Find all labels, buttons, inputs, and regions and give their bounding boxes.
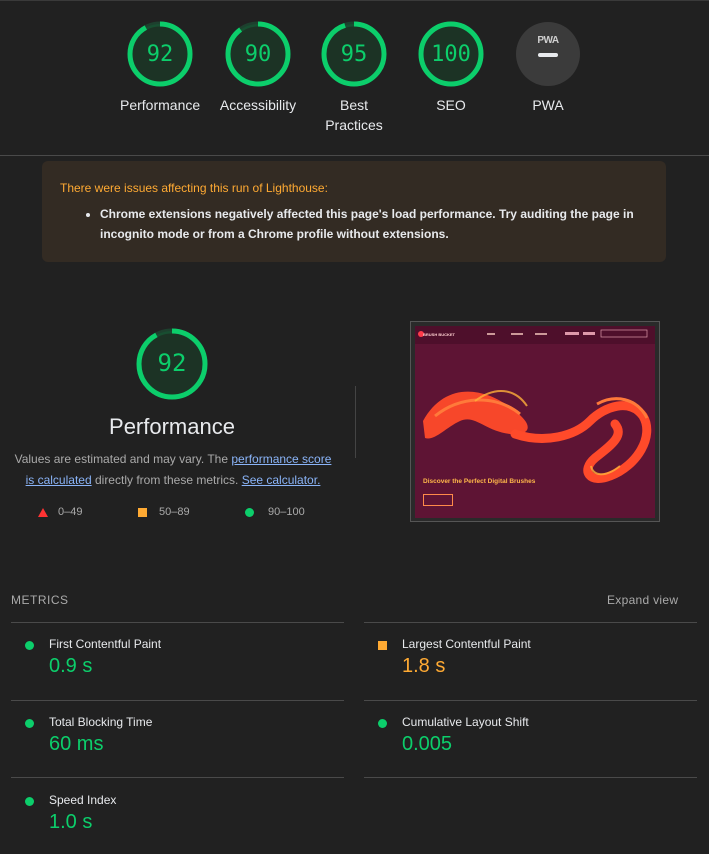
metrics-title: METRICS bbox=[11, 593, 69, 607]
vertical-divider bbox=[355, 386, 356, 458]
triangle-icon bbox=[38, 507, 48, 517]
performance-title: Performance bbox=[109, 414, 235, 439]
pass-circle-icon bbox=[25, 797, 34, 806]
metric-divider bbox=[11, 622, 344, 623]
metric-value: 0.005 bbox=[402, 733, 453, 755]
legend-fail: 0–49 bbox=[38, 506, 82, 518]
square-icon bbox=[138, 507, 147, 517]
screenshot-headline: Discover the Perfect Digital Brushes bbox=[423, 478, 536, 485]
score-gauge-seo[interactable]: 100 SEO bbox=[411, 20, 491, 115]
metric-divider bbox=[364, 777, 697, 778]
desc-text: directly from these metrics. bbox=[91, 473, 242, 487]
metric-value: 0.9 s bbox=[49, 655, 93, 677]
metric-name: Total Blocking Time bbox=[49, 715, 153, 729]
metric-divider bbox=[364, 700, 697, 701]
legend-label: 90–100 bbox=[268, 506, 305, 518]
warning-item: Chrome extensions negatively affected th… bbox=[100, 204, 648, 244]
metric-divider bbox=[11, 700, 344, 701]
metric-value: 1.8 s bbox=[402, 655, 446, 677]
score-gauge-best-practices[interactable]: 95 Best Practices bbox=[314, 20, 394, 135]
circle-icon bbox=[245, 507, 254, 517]
performance-description: Values are estimated and may vary. The p… bbox=[12, 449, 334, 491]
screenshot-artwork bbox=[423, 389, 652, 483]
screenshot-image: BRUSH BUCKET Discover the Perfect Digita… bbox=[415, 326, 655, 518]
metric-name: Largest Contentful Paint bbox=[402, 637, 531, 651]
legend-label: 0–49 bbox=[58, 506, 83, 518]
metric-name: First Contentful Paint bbox=[49, 637, 162, 651]
pwa-dash-icon bbox=[538, 53, 558, 57]
pass-circle-icon bbox=[25, 719, 34, 728]
see-calculator-link[interactable]: See calculator. bbox=[242, 473, 321, 487]
score-gauge-pwa[interactable]: PWA PWA bbox=[508, 22, 588, 115]
score-value: 100 bbox=[431, 42, 471, 67]
score-label: SEO bbox=[436, 97, 466, 113]
legend-average: 50–89 bbox=[138, 506, 190, 518]
metric-value: 1.0 s bbox=[49, 811, 93, 833]
legend-pass: 90–100 bbox=[245, 506, 305, 518]
pwa-badge: PWA bbox=[516, 22, 580, 86]
metric-name: Speed Index bbox=[49, 793, 117, 807]
pass-circle-icon bbox=[378, 719, 387, 728]
pwa-badge-text: PWA bbox=[537, 35, 559, 46]
pass-circle-icon bbox=[25, 641, 34, 650]
metric-value: 60 ms bbox=[49, 733, 104, 755]
expand-view-toggle[interactable]: Expand view bbox=[607, 593, 678, 607]
final-screenshot[interactable]: BRUSH BUCKET Discover the Perfect Digita… bbox=[410, 321, 660, 522]
score-label: Best Practices bbox=[325, 97, 383, 133]
score-label: Accessibility bbox=[219, 97, 297, 113]
score-gauge-performance[interactable]: 92 Performance bbox=[120, 20, 200, 115]
section-divider bbox=[0, 155, 709, 156]
average-square-icon bbox=[378, 641, 387, 650]
score-value: 90 bbox=[244, 42, 272, 67]
metric-name: Cumulative Layout Shift bbox=[402, 715, 529, 729]
runtime-warning: There were issues affecting this run of … bbox=[42, 161, 666, 262]
score-gauge-accessibility[interactable]: 90 Accessibility bbox=[212, 20, 304, 115]
score-label: PWA bbox=[532, 97, 564, 113]
screenshot-cta bbox=[423, 494, 453, 506]
legend-label: 50–89 bbox=[159, 506, 190, 518]
top-border bbox=[0, 0, 709, 1]
score-label: Performance bbox=[120, 97, 201, 113]
score-value: 95 bbox=[340, 42, 368, 67]
warning-list: Chrome extensions negatively affected th… bbox=[60, 204, 648, 244]
performance-score: 92 bbox=[157, 349, 187, 377]
metric-divider bbox=[364, 622, 697, 623]
score-value: 92 bbox=[146, 42, 174, 67]
performance-gauge: 92 bbox=[135, 327, 209, 401]
warning-heading: There were issues affecting this run of … bbox=[60, 181, 328, 195]
metric-divider bbox=[11, 777, 344, 778]
desc-text: Values are estimated and may vary. The bbox=[14, 452, 232, 466]
